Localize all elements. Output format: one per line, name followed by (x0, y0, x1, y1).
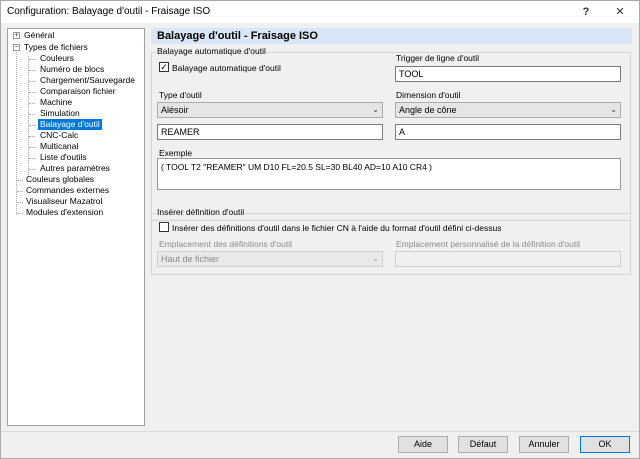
tree-item-mazatrol-viewer[interactable]: Visualiseur Mazatrol (26, 196, 102, 207)
dimension-label: Dimension d'outil (396, 90, 461, 100)
tool-type-value: Alésoir (161, 105, 189, 115)
footer-divider (1, 431, 639, 432)
dimension-select[interactable]: Angle de cône ⌄ (395, 102, 621, 118)
tree-item-tool-list[interactable]: Liste d'outils (40, 152, 87, 163)
chevron-down-icon: ⌄ (372, 254, 379, 263)
tree-item-machine[interactable]: Machine (40, 97, 72, 108)
trigger-input[interactable]: TOOL (395, 66, 621, 82)
location-value: Haut de fichier (161, 254, 220, 264)
title-bar: Configuration: Balayage d'outil - Fraisa… (1, 1, 639, 23)
collapse-icon[interactable]: − (13, 44, 20, 51)
tool-type-label: Type d'outil (159, 90, 202, 100)
example-label: Exemple (159, 148, 193, 158)
tree-line (16, 45, 17, 215)
close-icon[interactable]: ✕ (605, 3, 635, 21)
tree-item-simulation[interactable]: Simulation (40, 108, 80, 119)
example-text: ( TOOL T2 "REAMER" UM D10 FL=20.5 SL=30 … (161, 162, 433, 172)
panel-header: Balayage d'outil - Fraisage ISO (151, 28, 632, 44)
insert-definition-checkbox-label: Insérer des définitions d'outil dans le … (172, 223, 502, 233)
chevron-down-icon: ⌄ (372, 105, 379, 114)
help-button[interactable]: Aide (398, 436, 448, 453)
auto-scan-checkbox-label: Balayage automatique d'outil (172, 63, 281, 73)
auto-scan-group-label: Balayage automatique d'outil (156, 46, 267, 56)
dimension-text-input[interactable]: A (395, 124, 621, 140)
tool-type-text-input[interactable]: REAMER (157, 124, 383, 140)
tree-item-file-compare[interactable]: Comparaison fichier (40, 86, 116, 97)
panel-title: Balayage d'outil - Fraisage ISO (157, 30, 318, 42)
settings-tree: + Général − Types de fichiers Couleurs N… (7, 28, 145, 426)
dimension-value: Angle de cône (399, 105, 457, 115)
tree-item-cnc-calc[interactable]: CNC-Calc (40, 130, 78, 141)
location-label: Emplacement des définitions d'outil (159, 239, 292, 249)
tree-item-block-numbers[interactable]: Numéro de blocs (40, 64, 104, 75)
tree-item-tool-scan[interactable]: Balayage d'outil (38, 119, 102, 130)
example-output: ( TOOL T2 "REAMER" UM D10 FL=20.5 SL=30 … (157, 158, 621, 190)
tree-item-load-save[interactable]: Chargement/Sauvegarde (40, 75, 135, 86)
tree-item-external-commands[interactable]: Commandes externes (26, 185, 109, 196)
tool-type-select[interactable]: Alésoir ⌄ (157, 102, 383, 118)
tree-item-general[interactable]: Général (24, 30, 54, 41)
tree-item-plugins[interactable]: Modules d'extension (26, 207, 103, 218)
location-select[interactable]: Haut de fichier ⌄ (157, 251, 383, 267)
settings-panel: Balayage d'outil - Fraisage ISO Balayage… (151, 28, 632, 426)
custom-location-label: Emplacement personnalisé de la définitio… (396, 239, 581, 249)
insert-definition-checkbox[interactable] (159, 222, 169, 232)
tree-item-multichannel[interactable]: Multicanal (40, 141, 78, 152)
expand-icon[interactable]: + (13, 32, 20, 39)
config-window: Configuration: Balayage d'outil - Fraisa… (0, 0, 640, 459)
chevron-down-icon: ⌄ (610, 105, 617, 114)
auto-scan-checkbox[interactable]: ✓ (159, 62, 169, 72)
insert-definition-group-label: Insérer définition d'outil (156, 207, 246, 217)
tree-item-other-settings[interactable]: Autres paramètres (40, 163, 110, 174)
window-title: Configuration: Balayage d'outil - Fraisa… (7, 6, 211, 17)
tree-item-colors[interactable]: Couleurs (40, 53, 74, 64)
help-icon[interactable]: ? (571, 3, 601, 21)
default-button[interactable]: Défaut (458, 436, 508, 453)
cancel-button[interactable]: Annuler (519, 436, 569, 453)
custom-location-input[interactable] (395, 251, 621, 267)
tree-item-file-types[interactable]: Types de fichiers (24, 42, 88, 53)
ok-button[interactable]: OK (580, 436, 630, 453)
tree-item-global-colors[interactable]: Couleurs globales (26, 174, 94, 185)
trigger-label: Trigger de ligne d'outil (396, 53, 480, 63)
